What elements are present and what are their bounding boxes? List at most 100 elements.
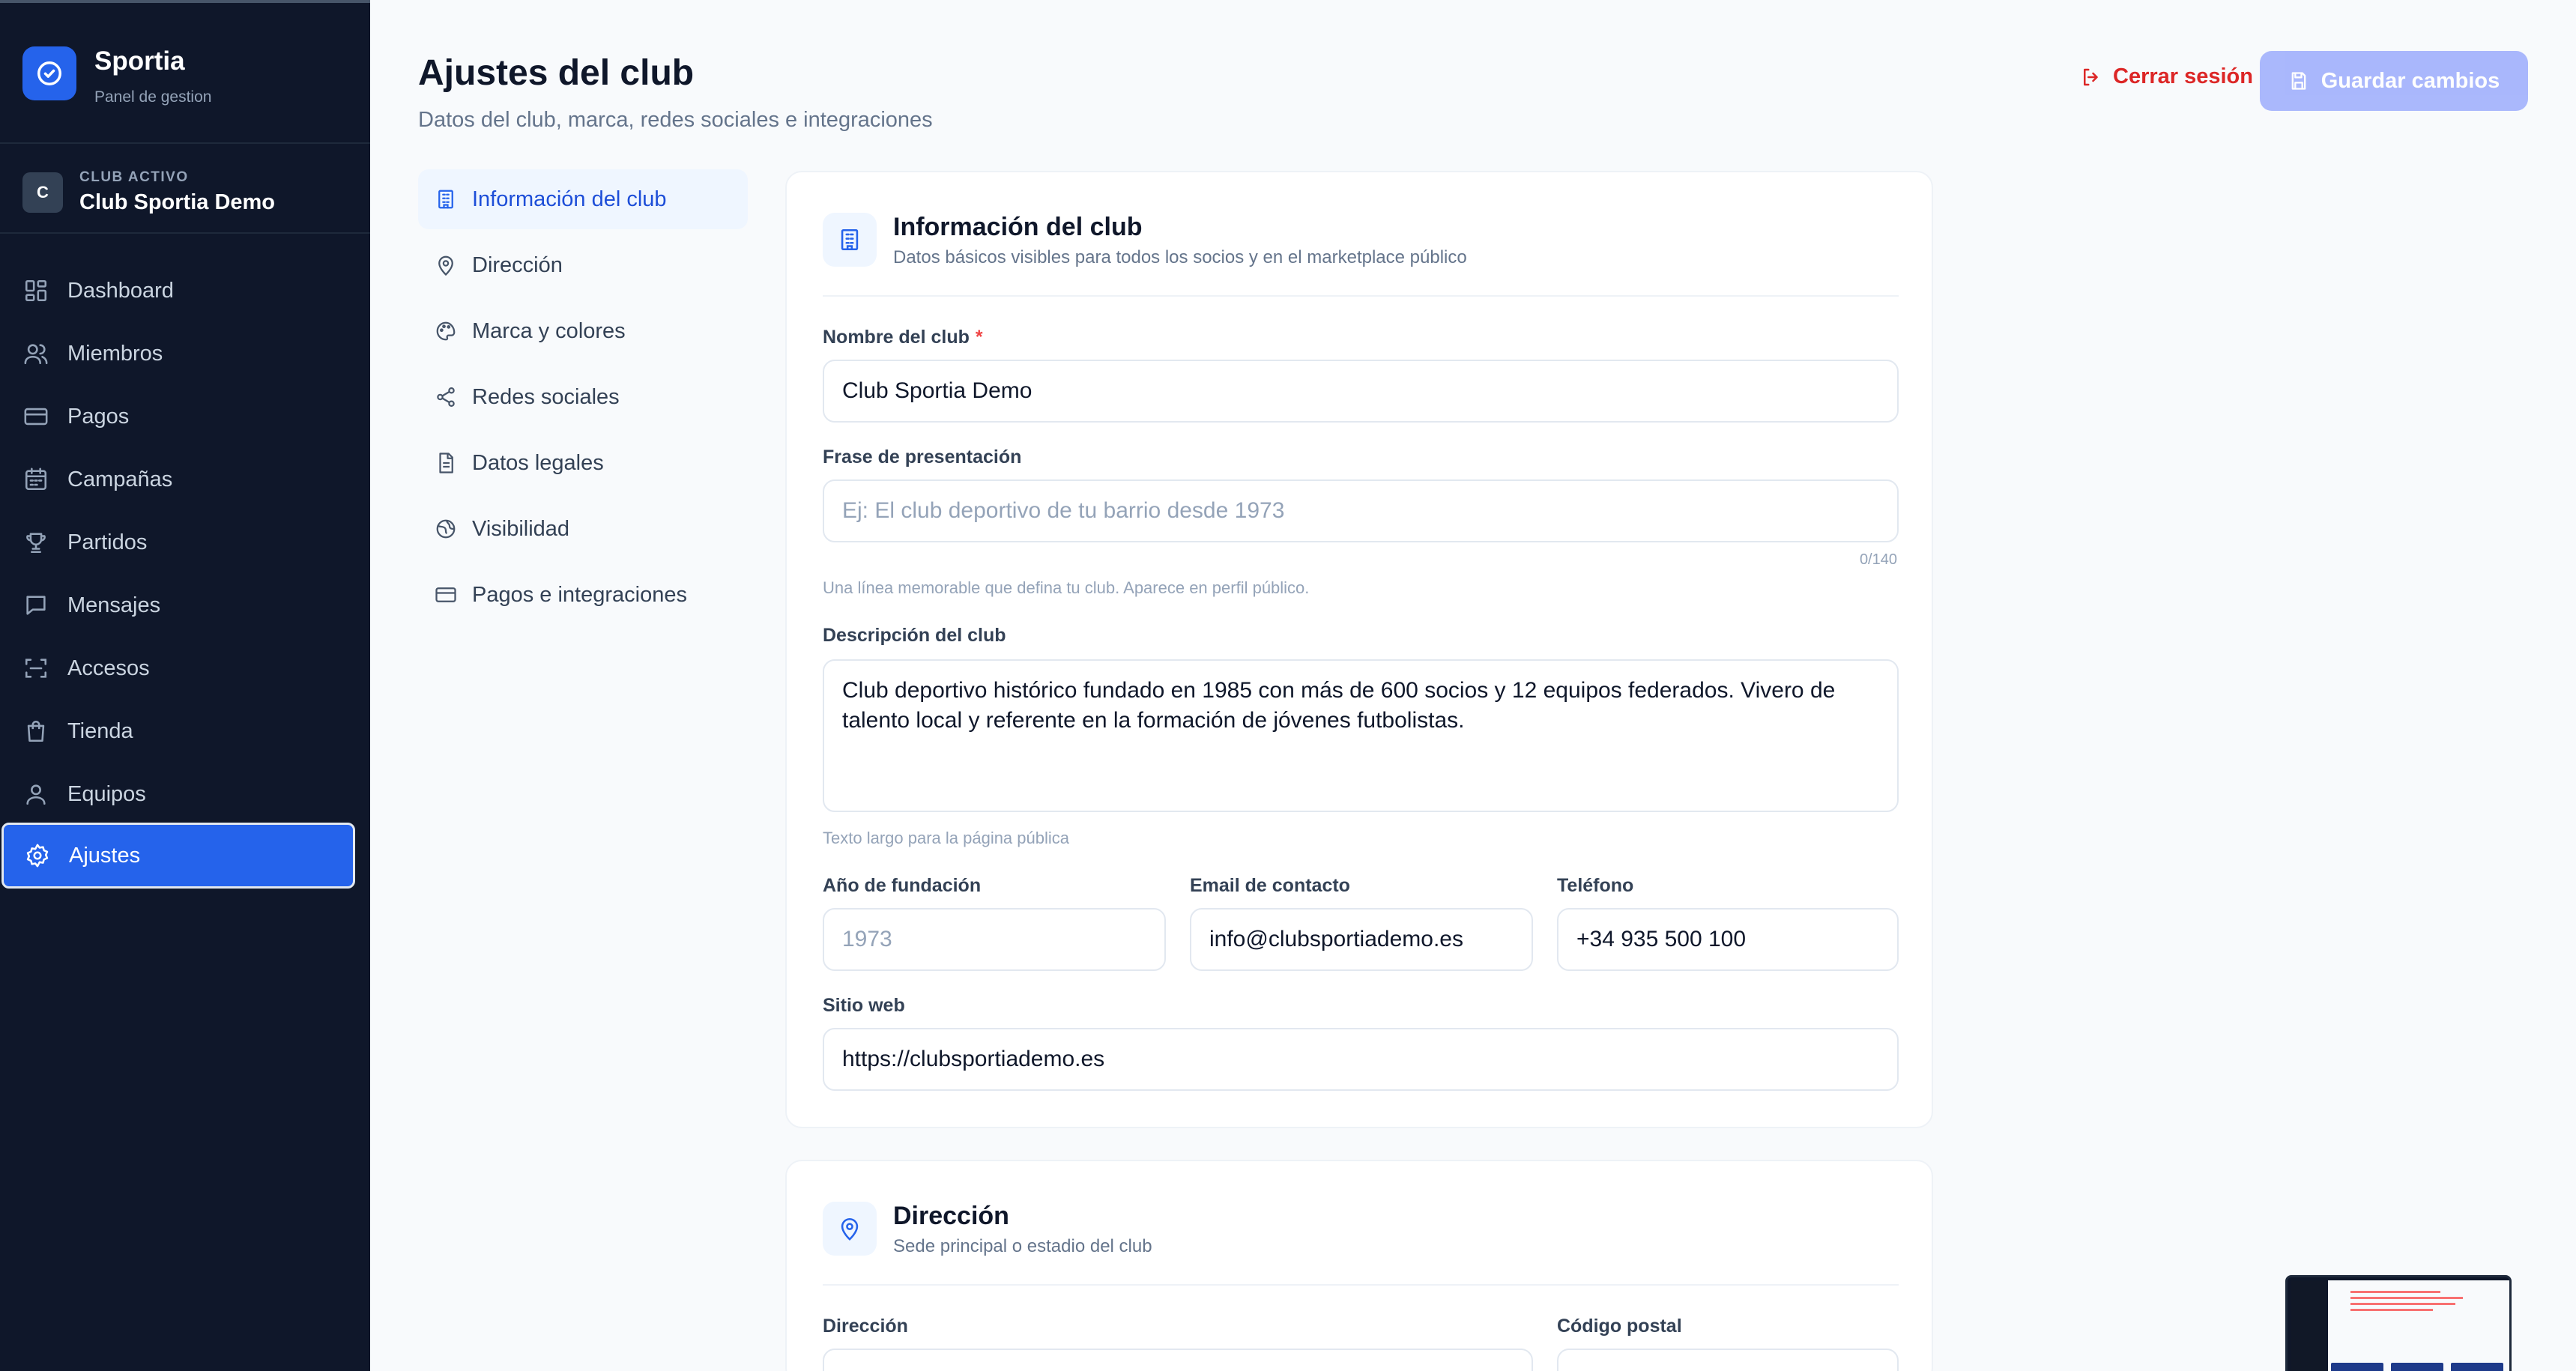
- save-label: Guardar cambios: [2320, 68, 2500, 93]
- brand-logo: [22, 46, 76, 100]
- sidebar-item-label: Dashboard: [67, 278, 174, 303]
- description-textarea[interactable]: Club deportivo histórico fundado en 1985…: [823, 659, 1899, 812]
- club-name: Club Sportia Demo: [79, 190, 276, 214]
- section-nav-marca[interactable]: Marca y colores: [418, 301, 748, 361]
- sidebar-item-dashboard[interactable]: Dashboard: [0, 258, 357, 324]
- brand-subtitle: Panel de gestion: [94, 88, 212, 106]
- credit-card-icon: [435, 587, 456, 602]
- section-nav-label: Redes sociales: [472, 384, 620, 409]
- sidebar: Sportia Panel de gestion C CLUB ACTIVO C…: [0, 0, 370, 1371]
- section-nav-direccion[interactable]: Dirección: [418, 235, 748, 295]
- section-nav-redes[interactable]: Redes sociales: [418, 367, 748, 427]
- thumbnail-content: [2328, 1280, 2509, 1371]
- postal-code-input[interactable]: [1557, 1349, 1899, 1371]
- sidebar-item-label: Mensajes: [67, 593, 161, 617]
- trophy-icon: [26, 533, 46, 554]
- website-input[interactable]: [823, 1028, 1899, 1091]
- message-icon: [26, 596, 46, 615]
- tagline-input[interactable]: [823, 479, 1899, 542]
- section-nav-visibilidad[interactable]: Visibilidad: [418, 499, 748, 559]
- phone-label: Teléfono: [1557, 875, 1634, 896]
- sidebar-divider: [0, 142, 370, 144]
- section-nav-label: Marca y colores: [472, 318, 626, 343]
- sidebar-item-ajustes[interactable]: Ajustes: [1, 823, 355, 889]
- thumbnail-line: [2350, 1303, 2455, 1305]
- logout-button[interactable]: Cerrar sesión: [2080, 64, 2253, 89]
- sidebar-item-pagos[interactable]: Pagos: [0, 384, 357, 450]
- email-label: Email de contacto: [1190, 875, 1350, 896]
- card-divider: [823, 295, 1899, 297]
- sidebar-item-campanas[interactable]: Campañas: [0, 447, 357, 512]
- building-icon: [438, 190, 453, 209]
- sidebar-item-equipos[interactable]: Equipos: [0, 761, 357, 827]
- preview-thumbnail[interactable]: [2285, 1275, 2512, 1371]
- scan-icon: [25, 659, 47, 678]
- sidebar-item-miembros[interactable]: Miembros: [0, 321, 357, 387]
- section-nav-label: Pagos e integraciones: [472, 582, 687, 607]
- sidebar-item-label: Ajustes: [69, 843, 141, 868]
- user-icon: [26, 784, 46, 805]
- page-title: Ajustes del club: [418, 53, 695, 93]
- sidebar-item-label: Pagos: [67, 404, 130, 429]
- thumbnail-line: [2350, 1309, 2433, 1311]
- map-pin-icon: [841, 1217, 859, 1241]
- description-label: Descripción del club: [823, 625, 1006, 646]
- brand-name: Sportia: [94, 46, 185, 76]
- page-subtitle: Datos del club, marca, redes sociales e …: [418, 108, 933, 132]
- save-button[interactable]: Guardar cambios: [2260, 51, 2528, 111]
- sidebar-item-accesos[interactable]: Accesos: [0, 635, 357, 701]
- credit-card-icon: [24, 408, 48, 426]
- calendar-icon: [25, 467, 47, 491]
- card-icon: [823, 213, 877, 267]
- section-nav-legales[interactable]: Datos legales: [418, 433, 748, 493]
- sidebar-item-label: Miembros: [67, 341, 163, 366]
- thumbnail-tile: [2331, 1363, 2383, 1371]
- thumbnail-line: [2350, 1291, 2440, 1293]
- section-nav-label: Visibilidad: [472, 516, 570, 541]
- thumbnail-tile: [2391, 1363, 2443, 1371]
- gear-icon: [26, 844, 49, 868]
- website-label: Sitio web: [823, 995, 905, 1016]
- section-nav-pagos[interactable]: Pagos e integraciones: [418, 565, 748, 625]
- globe-icon: [436, 519, 456, 539]
- brand[interactable]: Sportia Panel de gestion: [22, 46, 211, 106]
- club-name-input[interactable]: [823, 360, 1899, 423]
- club-name-label-text: Nombre del club: [823, 327, 970, 348]
- card-subtitle: Sede principal o estadio del club: [893, 1236, 1152, 1256]
- card-icon: [823, 1202, 877, 1256]
- address-input[interactable]: [823, 1349, 1533, 1371]
- sidebar-item-label: Campañas: [67, 467, 173, 491]
- sidebar-item-tienda[interactable]: Tienda: [0, 698, 357, 764]
- save-icon: [2291, 72, 2306, 90]
- sidebar-item-label: Equipos: [67, 781, 146, 806]
- club-name-label: Nombre del club *: [823, 327, 983, 348]
- club-avatar: C: [22, 172, 63, 213]
- club-info-card: Información del club Datos básicos visib…: [785, 171, 1933, 1128]
- palette-icon: [436, 321, 456, 341]
- sidebar-divider: [0, 232, 370, 234]
- map-pin-icon: [438, 255, 453, 276]
- club-label: CLUB ACTIVO: [79, 169, 189, 185]
- card-title: Información del club: [893, 213, 1143, 241]
- document-icon: [439, 453, 453, 473]
- sidebar-item-partidos[interactable]: Partidos: [0, 509, 357, 575]
- section-nav-label: Datos legales: [472, 450, 604, 475]
- section-nav-info[interactable]: Información del club: [418, 169, 748, 229]
- share-icon: [437, 387, 455, 407]
- tagline-label: Frase de presentación: [823, 447, 1022, 467]
- tagline-hint: Una línea memorable que defina tu club. …: [823, 578, 1310, 597]
- thumbnail-sidebar: [2291, 1280, 2326, 1371]
- email-input[interactable]: [1190, 908, 1533, 971]
- founded-year-input[interactable]: [823, 908, 1166, 971]
- description-hint: Texto largo para la página pública: [823, 829, 1070, 847]
- dashboard-icon: [25, 279, 47, 302]
- phone-input[interactable]: [1557, 908, 1899, 971]
- sidebar-item-label: Partidos: [67, 530, 148, 554]
- sidebar-item-mensajes[interactable]: Mensajes: [0, 572, 357, 638]
- tagline-char-count: 0/140: [1859, 551, 1897, 568]
- section-nav-label: Dirección: [472, 252, 563, 277]
- active-club[interactable]: C CLUB ACTIVO Club Sportia Demo: [22, 169, 275, 215]
- address-label: Dirección: [823, 1316, 908, 1337]
- required-marker: *: [975, 327, 983, 348]
- card-subtitle: Datos básicos visibles para todos los so…: [893, 247, 1467, 267]
